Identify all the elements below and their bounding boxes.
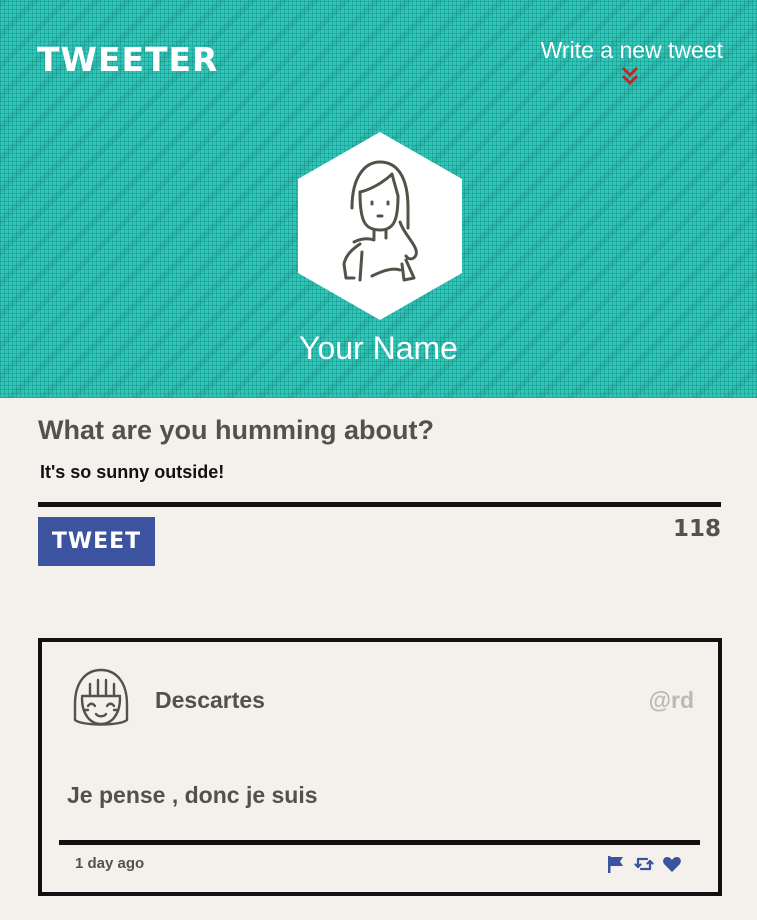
tweet-actions: [606, 854, 682, 874]
tweet-timestamp: 1 day ago: [75, 855, 145, 872]
tweet-button[interactable]: TWEET: [38, 517, 155, 566]
flag-icon[interactable]: [606, 854, 626, 874]
tweet-content: Je pense , donc je suis: [67, 782, 318, 808]
heart-icon[interactable]: [662, 854, 682, 874]
divider: [38, 502, 721, 507]
double-chevron-down-icon[interactable]: [620, 66, 640, 86]
tweet-card: Descartes @rd Je pense , donc je suis 1 …: [38, 638, 722, 896]
retweet-icon[interactable]: [634, 854, 654, 874]
user-avatar-icon: [298, 132, 462, 320]
compose-title: What are you humming about?: [38, 415, 434, 445]
divider: [59, 840, 700, 845]
app-logo: TWEETER: [37, 40, 219, 79]
profile-header: TWEETER Write a new tweet Your Name: [0, 0, 757, 398]
user-name: Your Name: [299, 330, 458, 366]
tweet-input[interactable]: [38, 458, 724, 486]
tweet-author: Descartes: [155, 687, 265, 713]
character-counter: 118: [672, 516, 721, 542]
tweet-handle: @rd: [648, 687, 694, 713]
user-avatar-icon: [73, 668, 129, 726]
write-new-tweet-link[interactable]: Write a new tweet: [541, 36, 723, 64]
